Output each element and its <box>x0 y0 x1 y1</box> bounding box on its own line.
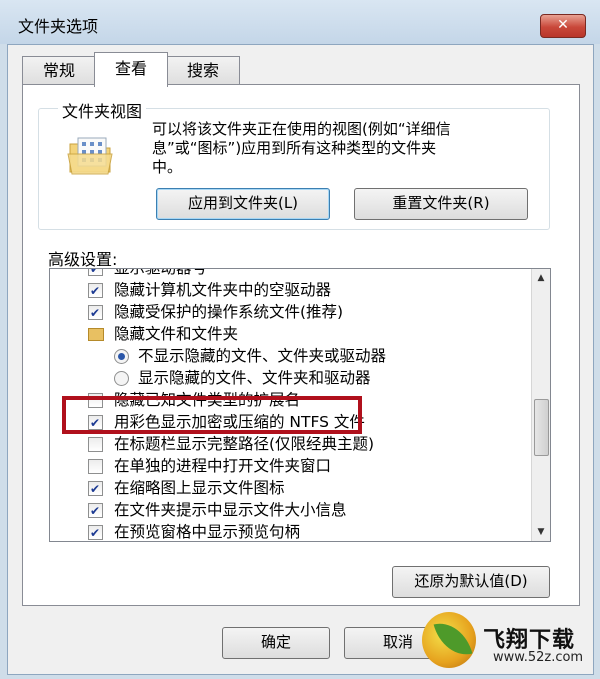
radio-show-hidden[interactable] <box>114 371 129 386</box>
folder-icon <box>88 328 104 341</box>
highlight-box <box>62 396 362 434</box>
item-label: 隐藏文件和文件夹 <box>114 325 239 343</box>
restore-defaults-button[interactable]: 还原为默认值(D) <box>392 566 550 598</box>
list-scrollbar[interactable]: ▲ ▼ <box>531 269 550 541</box>
item-label: 显示隐藏的文件、文件夹和驱动器 <box>138 369 371 387</box>
radio-do-not-show-hidden[interactable] <box>114 349 129 364</box>
reset-folders-button[interactable]: 重置文件夹(R) <box>354 188 528 220</box>
tab-view[interactable]: 查看 <box>94 52 168 87</box>
scroll-thumb[interactable] <box>534 399 549 456</box>
tab-general[interactable]: 常规 <box>22 56 96 85</box>
folder-views-desc-line1: 可以将该文件夹正在使用的视图(例如“详细信 <box>152 120 451 138</box>
item-label: 在单独的进程中打开文件夹窗口 <box>114 457 332 475</box>
item-label: 不显示隐藏的文件、文件夹或驱动器 <box>138 347 387 365</box>
checkbox-folder-tip-size[interactable] <box>88 500 103 522</box>
item-label: 在标题栏显示完整路径(仅限经典主题) <box>114 435 375 453</box>
item-label: 显示驱动器号 <box>114 268 208 277</box>
item-label: 在文件夹提示中显示文件大小信息 <box>114 501 347 519</box>
folder-views-legend: 文件夹视图 <box>58 98 147 122</box>
watermark-url: www.52z.com <box>493 650 584 665</box>
folder-views-desc-line2: 息”或“图标”)应用到所有这种类型的文件夹 <box>152 139 437 157</box>
checkbox-full-path-title[interactable] <box>88 437 103 452</box>
title-bar: 文件夹选项 ✕ <box>0 0 600 44</box>
checkbox-preview-handlers[interactable] <box>88 522 103 541</box>
window-title: 文件夹选项 <box>18 17 99 36</box>
item-label: 隐藏计算机文件夹中的空驱动器 <box>114 281 332 299</box>
checkbox-thumbnail-icons[interactable] <box>88 478 103 500</box>
scroll-up-arrow-icon[interactable]: ▲ <box>532 269 550 287</box>
folder-views-desc-line3: 中。 <box>152 158 183 176</box>
scroll-down-arrow-icon[interactable]: ▼ <box>532 523 550 541</box>
item-label: 在预览窗格中显示预览句柄 <box>114 523 301 541</box>
tab-search[interactable]: 搜索 <box>166 56 240 85</box>
item-label: 隐藏受保护的操作系统文件(推荐) <box>114 303 344 321</box>
item-label: 在缩略图上显示文件图标 <box>114 479 285 497</box>
folder-views-description: 可以将该文件夹正在使用的视图(例如“详细信 息”或“图标”)应用到所有这种类型的… <box>152 120 532 177</box>
advanced-settings-label: 高级设置: <box>48 250 118 269</box>
checkbox-hide-empty-drives[interactable] <box>88 280 103 302</box>
checkbox-separate-process[interactable] <box>88 459 103 474</box>
close-button[interactable]: ✕ <box>540 14 586 38</box>
ok-button[interactable]: 确定 <box>222 627 330 659</box>
folder-view-icon <box>67 137 113 175</box>
checkbox-show-drive-letters[interactable] <box>88 269 103 280</box>
checkbox-hide-protected-os-files[interactable] <box>88 302 103 324</box>
apply-to-folders-button[interactable]: 应用到文件夹(L) <box>156 188 330 220</box>
